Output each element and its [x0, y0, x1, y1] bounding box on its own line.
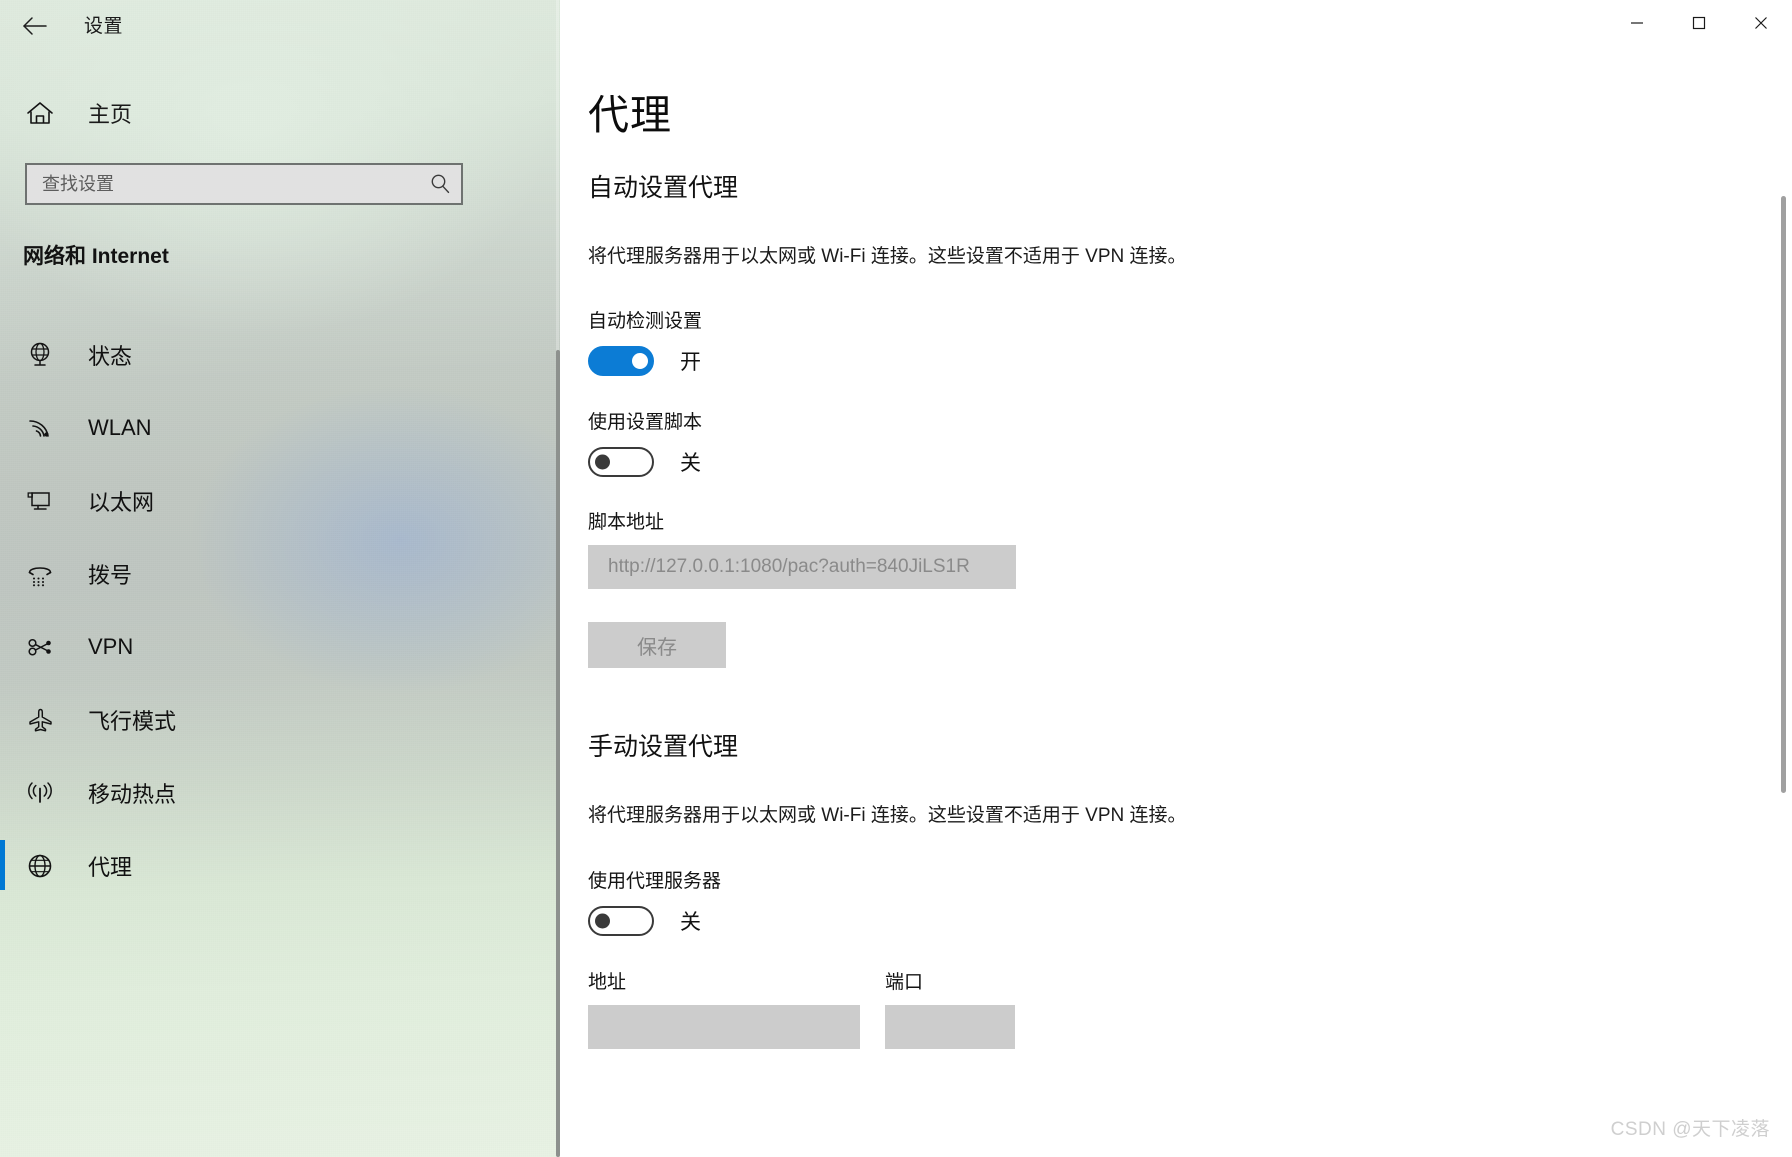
sidebar-item-airplane-mode-label: 飞行模式 [88, 708, 177, 734]
search-box[interactable] [25, 163, 463, 205]
minimize-button[interactable] [1606, 0, 1668, 46]
use-script-label: 使用设置脚本 [588, 412, 703, 433]
selection-accent [0, 694, 5, 744]
selection-accent [0, 475, 5, 525]
sidebar-item-vpn[interactable]: VPN [0, 610, 556, 683]
sidebar-item-proxy[interactable]: 代理 [0, 829, 556, 902]
home-icon [14, 99, 66, 127]
toggle-knob [595, 454, 610, 470]
sidebar: 设置 主页 网络和 Internet [0, 0, 560, 1157]
sidebar-item-wlan-label: WLAN [88, 414, 152, 440]
sidebar-item-home[interactable]: 主页 [0, 90, 520, 136]
sidebar-item-dialup[interactable]: 拨号 [0, 537, 556, 610]
page-title: 代理 [588, 92, 672, 138]
watermark: CSDN @天下凌落 [1610, 1119, 1770, 1140]
close-button[interactable] [1730, 0, 1792, 46]
script-address-input[interactable]: http://127.0.0.1:1080/pac?auth=840JiLS1R [588, 545, 1016, 589]
ethernet-monitor-icon [14, 486, 66, 516]
sidebar-section-title: 网络和 Internet [23, 245, 169, 268]
toggle-knob [595, 913, 610, 929]
toggle-knob [632, 353, 648, 369]
sidebar-item-dialup-label: 拨号 [88, 562, 133, 588]
selection-accent [0, 329, 5, 379]
sidebar-item-wlan[interactable]: WLAN [0, 391, 556, 464]
sidebar-item-vpn-label: VPN [88, 633, 134, 659]
selection-accent [0, 840, 5, 890]
manual-proxy-heading: 手动设置代理 [588, 733, 739, 761]
sidebar-item-airplane-mode[interactable]: 飞行模式 [0, 683, 556, 756]
selection-accent [0, 621, 5, 671]
window-controls [1606, 0, 1792, 46]
sidebar-item-status-label: 状态 [88, 343, 133, 369]
selection-accent [0, 767, 5, 817]
auto-detect-toggle[interactable] [588, 346, 654, 376]
back-button[interactable] [12, 4, 56, 48]
manual-proxy-description: 将代理服务器用于以太网或 Wi-Fi 连接。这些设置不适用于 VPN 连接。 [588, 805, 1187, 826]
use-proxy-state: 关 [680, 911, 701, 934]
use-proxy-label: 使用代理服务器 [588, 871, 722, 892]
app-title: 设置 [84, 16, 124, 37]
port-input[interactable] [885, 1005, 1015, 1049]
address-label: 地址 [588, 972, 627, 993]
sidebar-item-hotspot-label: 移动热点 [88, 781, 177, 807]
address-input[interactable] [588, 1005, 860, 1049]
auto-detect-label: 自动检测设置 [588, 311, 703, 332]
use-proxy-toggle-row: 关 [588, 906, 701, 936]
dialup-phone-icon [14, 559, 66, 589]
main-content: 代理 自动设置代理 将代理服务器用于以太网或 Wi-Fi 连接。这些设置不适用于… [560, 0, 1792, 1157]
close-icon [1755, 17, 1767, 29]
use-proxy-toggle[interactable] [588, 906, 654, 936]
content-scrollbar-thumb[interactable] [1781, 196, 1786, 793]
sidebar-item-proxy-label: 代理 [88, 854, 133, 880]
settings-window: 设置 主页 网络和 Internet [0, 0, 1792, 1157]
auto-proxy-description: 将代理服务器用于以太网或 Wi-Fi 连接。这些设置不适用于 VPN 连接。 [588, 246, 1187, 267]
airplane-icon [14, 705, 66, 735]
minimize-icon [1631, 22, 1643, 24]
wifi-icon [14, 413, 66, 443]
use-script-state: 关 [680, 452, 701, 475]
auto-detect-toggle-row: 开 [588, 346, 701, 376]
content-scrollbar[interactable] [1780, 0, 1786, 1157]
sidebar-titlebar: 设置 [0, 0, 560, 52]
auto-detect-state: 开 [680, 351, 701, 374]
sidebar-item-hotspot[interactable]: 移动热点 [0, 756, 556, 829]
script-address-value: http://127.0.0.1:1080/pac?auth=840JiLS1R [608, 556, 970, 577]
use-script-toggle-row: 关 [588, 447, 701, 477]
sidebar-nav-list: 状态 WLAN 以太网 拨号 VPN 飞行模式 移动热点 代理 [0, 318, 556, 902]
globe-proxy-icon [14, 851, 66, 881]
vpn-key-icon [14, 632, 66, 662]
globe-status-icon [14, 340, 66, 370]
maximize-button[interactable] [1668, 0, 1730, 46]
auto-proxy-heading: 自动设置代理 [588, 174, 739, 202]
selection-accent [0, 548, 5, 598]
sidebar-item-ethernet[interactable]: 以太网 [0, 464, 556, 537]
maximize-icon [1692, 16, 1706, 30]
save-button[interactable]: 保存 [588, 622, 726, 668]
hotspot-icon [14, 778, 66, 808]
sidebar-item-ethernet-label: 以太网 [88, 489, 155, 515]
search-icon[interactable] [419, 165, 461, 203]
back-arrow-icon [23, 17, 47, 35]
script-address-label: 脚本地址 [588, 512, 665, 533]
search-input[interactable] [27, 164, 419, 204]
port-label: 端口 [885, 972, 924, 993]
use-script-toggle[interactable] [588, 447, 654, 477]
selection-accent [0, 402, 5, 452]
sidebar-item-status[interactable]: 状态 [0, 318, 556, 391]
sidebar-item-home-label: 主页 [88, 102, 133, 127]
